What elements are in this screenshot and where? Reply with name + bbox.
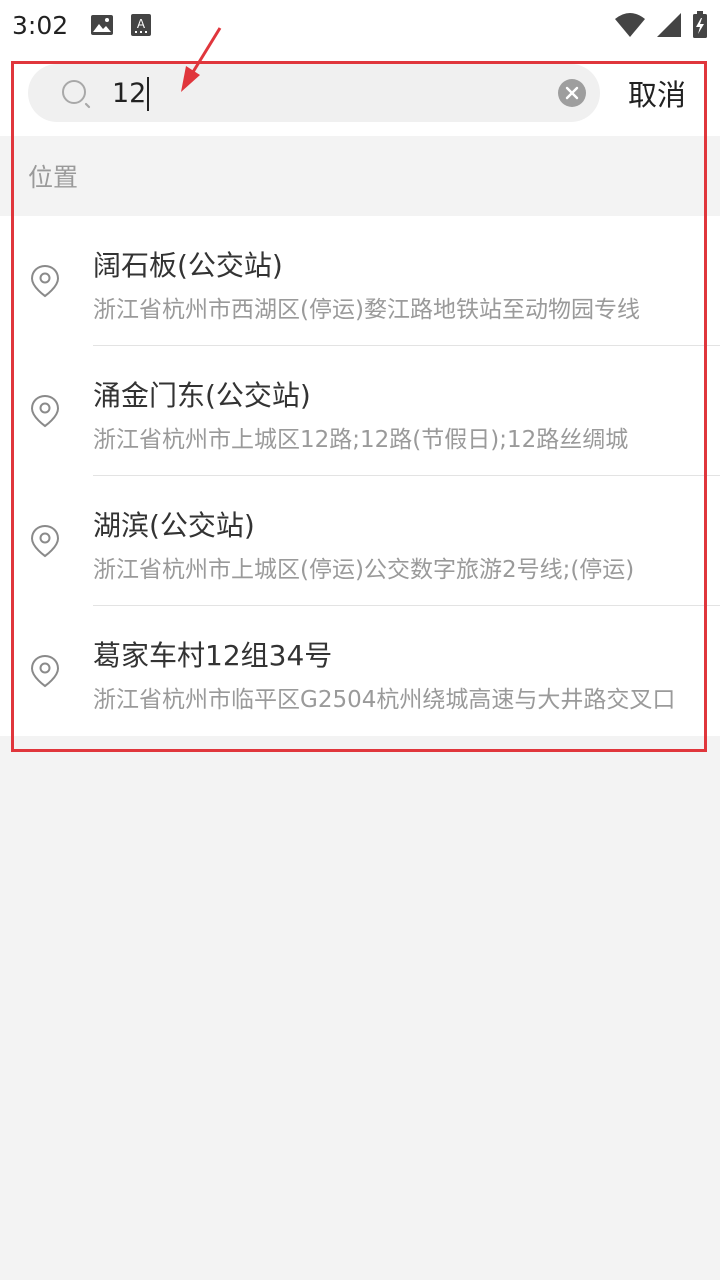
item-subtitle: 浙江省杭州市西湖区(停运)婺江路地铁站至动物园专线 <box>93 297 640 323</box>
item-subtitle: 浙江省杭州市上城区12路;12路(节假日);12路丝绸城 <box>93 427 629 453</box>
list-item[interactable]: 涌金门东(公交站) 浙江省杭州市上城区12路;12路(节假日);12路丝绸城 <box>0 346 720 476</box>
search-page: 3:02 A 12 取消 位置 阔石板(公交站) 浙江省杭州市西湖区(停运)婺江… <box>0 0 720 1280</box>
list-item[interactable]: 阔石板(公交站) 浙江省杭州市西湖区(停运)婺江路地铁站至动物园专线 <box>0 216 720 346</box>
status-time: 3:02 <box>12 10 69 40</box>
location-pin-icon <box>30 654 60 688</box>
font-icon: A <box>131 14 151 36</box>
location-pin-icon <box>30 524 60 558</box>
section-title: 位置 <box>28 163 79 192</box>
item-subtitle: 浙江省杭州市临平区G2504杭州绕城高速与大井路交叉口 <box>93 687 676 713</box>
list-item[interactable]: 湖滨(公交站) 浙江省杭州市上城区(停运)公交数字旅游2号线;(停运) <box>0 476 720 606</box>
status-icons-right <box>614 11 708 39</box>
search-box[interactable]: 12 <box>28 64 600 122</box>
cancel-button[interactable]: 取消 <box>628 72 686 114</box>
item-title: 阔石板(公交站) <box>93 249 283 282</box>
status-bar: 3:02 A <box>0 0 720 50</box>
item-title: 葛家车村12组34号 <box>93 639 333 672</box>
text-caret <box>147 77 149 111</box>
location-pin-icon <box>30 264 60 298</box>
status-icons-left: A <box>90 13 152 37</box>
result-list: 阔石板(公交站) 浙江省杭州市西湖区(停运)婺江路地铁站至动物园专线 涌金门东(… <box>0 216 720 736</box>
search-icon <box>62 80 91 109</box>
item-subtitle: 浙江省杭州市上城区(停运)公交数字旅游2号线;(停运) <box>93 557 635 583</box>
list-item[interactable]: 葛家车村12组34号 浙江省杭州市临平区G2504杭州绕城高速与大井路交叉口 <box>0 606 720 736</box>
wifi-icon <box>615 13 645 37</box>
search-input[interactable]: 12 <box>112 74 532 114</box>
battery-icon <box>693 11 707 38</box>
item-title: 湖滨(公交站) <box>93 509 255 542</box>
clear-icon[interactable] <box>558 79 586 107</box>
svg-text:A: A <box>137 17 146 31</box>
image-icon <box>91 15 113 35</box>
search-section: 12 取消 <box>0 50 720 136</box>
search-input-value: 12 <box>112 78 147 109</box>
section-header: 位置 <box>0 136 720 216</box>
signal-icon <box>657 13 681 37</box>
item-title: 涌金门东(公交站) <box>93 379 311 412</box>
location-pin-icon <box>30 394 60 428</box>
